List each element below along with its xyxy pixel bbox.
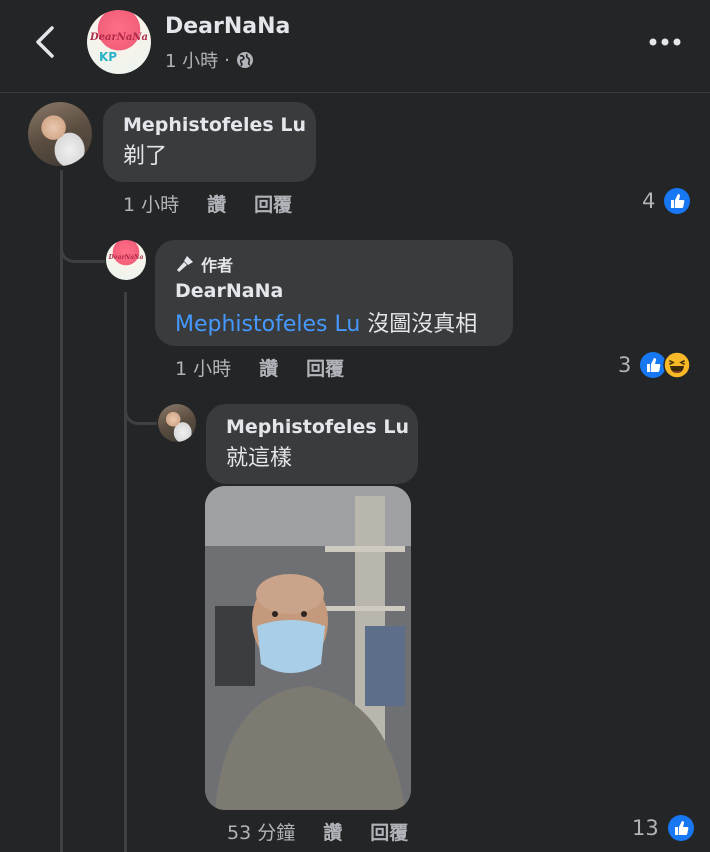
reaction-count: 13 (632, 816, 659, 840)
thread-line-branch-2 (124, 400, 157, 425)
thread-line-main (60, 170, 63, 852)
reaction-summary[interactable]: 4 (642, 187, 691, 215)
back-arrow-icon[interactable] (32, 24, 60, 60)
author-avatar-text: DearNaNa (108, 254, 144, 261)
comment-actions: 1 小時 讚 回覆 (175, 354, 372, 381)
logo-text: DearNaNa (89, 32, 149, 43)
selfie-image (205, 486, 411, 810)
comment-bubble: Mephistofeles Lu 剃了 (103, 102, 316, 182)
globe-icon (236, 52, 253, 68)
comment-text: 就這樣 (226, 446, 293, 471)
commenter-avatar[interactable] (158, 404, 196, 442)
author-avatar[interactable]: DearNaNa (106, 240, 146, 280)
post-header: DearNaNa KP DearNaNa 1 小時 · (0, 0, 710, 93)
thread-line-branch-1 (60, 240, 105, 263)
meta-separator: · (224, 49, 230, 71)
post-time: 1 小時 (165, 51, 219, 72)
haha-reaction-icon (663, 351, 692, 379)
reply-button[interactable]: 回覆 (370, 818, 408, 845)
comment-author[interactable]: Mephistofeles Lu (123, 114, 316, 136)
author-badge-label: 作者 (201, 256, 234, 275)
logo-subtext: KP (99, 50, 118, 64)
comment-author[interactable]: DearNaNa (175, 280, 513, 302)
post-meta: 1 小時 · (165, 47, 254, 73)
comment-actions: 53 分鐘 讚 回覆 (227, 818, 436, 845)
reply-button[interactable]: 回覆 (254, 190, 292, 217)
comment-time[interactable]: 1 小時 (175, 354, 231, 381)
page-avatar[interactable]: DearNaNa KP (87, 10, 151, 74)
page-name[interactable]: DearNaNa (165, 14, 290, 39)
comment-actions: 1 小時 讚 回覆 (123, 190, 320, 217)
comment-time[interactable]: 53 分鐘 (227, 818, 295, 845)
reaction-summary[interactable]: 3 (618, 351, 692, 379)
author-badge: 作者 (175, 252, 513, 276)
reaction-count: 4 (642, 189, 656, 213)
more-options-icon[interactable] (648, 37, 682, 47)
commenter-avatar[interactable] (28, 102, 92, 166)
like-button[interactable]: 讚 (323, 818, 342, 845)
microphone-icon (177, 256, 193, 272)
like-button[interactable]: 讚 (259, 354, 278, 381)
comment-bubble: Mephistofeles Lu 就這樣 (206, 404, 418, 484)
comment-bubble: 作者 DearNaNa Mephistofeles Lu 沒圖沒真相 (155, 240, 513, 346)
comment-photo[interactable] (205, 486, 411, 810)
like-button[interactable]: 讚 (207, 190, 226, 217)
reaction-count: 3 (618, 353, 632, 377)
user-mention[interactable]: Mephistofeles Lu (175, 312, 360, 337)
comment-time[interactable]: 1 小時 (123, 190, 179, 217)
comment-text: Mephistofeles Lu 沒圖沒真相 (175, 306, 513, 338)
comment-text: 剃了 (123, 144, 168, 169)
comment-text-body: 沒圖沒真相 (360, 312, 478, 337)
like-reaction-icon (667, 815, 694, 841)
like-reaction-icon (664, 188, 691, 214)
comment-author[interactable]: Mephistofeles Lu (226, 416, 418, 438)
reply-button[interactable]: 回覆 (306, 354, 344, 381)
reaction-summary[interactable]: 13 (632, 814, 695, 842)
thread-line-reply (124, 292, 127, 852)
